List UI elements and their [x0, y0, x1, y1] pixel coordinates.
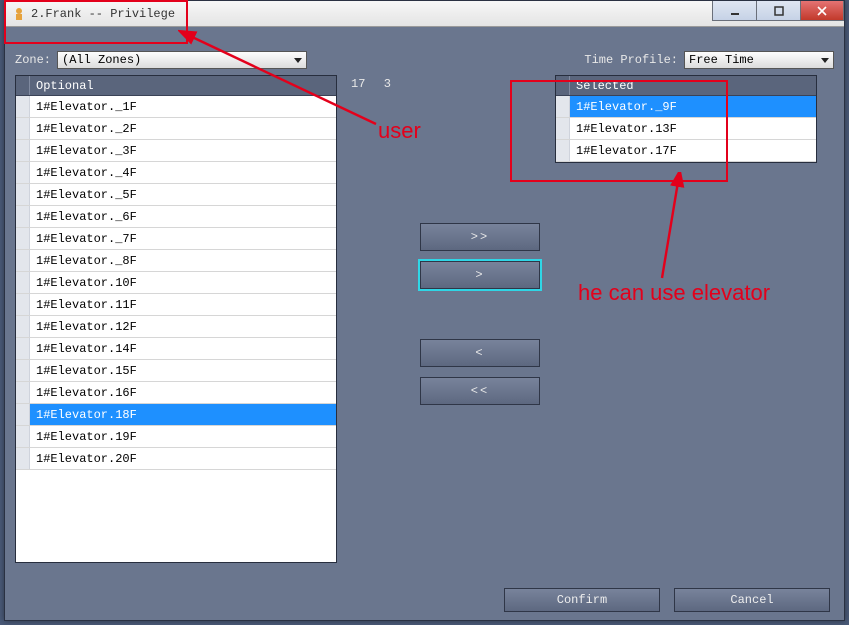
chevron-down-icon: [294, 58, 302, 63]
list-item[interactable]: 1#Elevator.11F: [16, 294, 336, 316]
list-item-label: 1#Elevator._1F: [30, 100, 137, 114]
list-item-label: 1#Elevator.15F: [30, 364, 137, 378]
zone-value: (All Zones): [62, 53, 141, 67]
list-item[interactable]: 1#Elevator.13F: [556, 118, 816, 140]
remove-one-button[interactable]: <: [420, 339, 540, 367]
list-item[interactable]: 1#Elevator._1F: [16, 96, 336, 118]
move-buttons: >> > < <<: [405, 75, 555, 563]
optional-header-label: Optional: [30, 79, 94, 93]
list-item-label: 1#Elevator._4F: [30, 166, 137, 180]
list-item[interactable]: 1#Elevator.17F: [556, 140, 816, 162]
list-item-label: 1#Elevator.18F: [30, 408, 137, 422]
zone-label: Zone:: [15, 53, 51, 67]
list-item-label: 1#Elevator.10F: [30, 276, 137, 290]
selected-header-label: Selected: [570, 79, 634, 93]
add-all-button[interactable]: >>: [420, 223, 540, 251]
item-counts: 17 3: [337, 75, 405, 563]
dialog-footer: Confirm Cancel: [504, 588, 830, 612]
list-item[interactable]: 1#Elevator._2F: [16, 118, 336, 140]
list-item[interactable]: 1#Elevator._5F: [16, 184, 336, 206]
list-item[interactable]: 1#Elevator._9F: [556, 96, 816, 118]
list-item-label: 1#Elevator.17F: [570, 144, 677, 158]
list-item[interactable]: 1#Elevator._7F: [16, 228, 336, 250]
time-profile-combobox[interactable]: Free Time: [684, 51, 834, 69]
list-item[interactable]: 1#Elevator.19F: [16, 426, 336, 448]
titlebar[interactable]: 2.Frank -- Privilege: [5, 1, 844, 27]
list-item[interactable]: 1#Elevator.18F: [16, 404, 336, 426]
optional-list[interactable]: Optional 1#Elevator._1F 1#Elevator._2F 1#E…: [15, 75, 337, 563]
list-item[interactable]: 1#Elevator._4F: [16, 162, 336, 184]
list-item[interactable]: 1#Elevator.16F: [16, 382, 336, 404]
list-item[interactable]: 1#Elevator.14F: [16, 338, 336, 360]
list-item-label: 1#Elevator.19F: [30, 430, 137, 444]
window-title: 2.Frank -- Privilege: [31, 7, 175, 21]
selected-header: Selected: [556, 76, 816, 96]
close-button[interactable]: [800, 1, 844, 21]
list-item-label: 1#Elevator.16F: [30, 386, 137, 400]
list-item-label: 1#Elevator._2F: [30, 122, 137, 136]
minimize-button[interactable]: [712, 1, 756, 21]
add-one-button[interactable]: >: [420, 261, 540, 289]
list-item[interactable]: 1#Elevator.20F: [16, 448, 336, 470]
list-item-label: 1#Elevator.20F: [30, 452, 137, 466]
dual-list-panel: Optional 1#Elevator._1F 1#Elevator._2F 1#E…: [5, 75, 844, 573]
filter-row: Zone: (All Zones) Time Profile: Free Tim…: [5, 47, 844, 75]
selected-list[interactable]: Selected 1#Elevator._9F 1#Elevator.13F 1#E…: [555, 75, 817, 163]
list-item[interactable]: 1#Elevator.12F: [16, 316, 336, 338]
toolbar-strip: [5, 27, 844, 47]
optional-header: Optional: [16, 76, 336, 96]
time-profile-value: Free Time: [689, 53, 754, 67]
list-item-label: 1#Elevator.14F: [30, 342, 137, 356]
list-item-label: 1#Elevator.11F: [30, 298, 137, 312]
selected-count: 3: [384, 77, 391, 563]
list-item[interactable]: 1#Elevator._8F: [16, 250, 336, 272]
app-icon: [11, 6, 27, 22]
optional-count: 17: [351, 77, 365, 563]
maximize-button[interactable]: [756, 1, 800, 21]
list-item[interactable]: 1#Elevator.10F: [16, 272, 336, 294]
list-item[interactable]: 1#Elevator._3F: [16, 140, 336, 162]
confirm-button[interactable]: Confirm: [504, 588, 660, 612]
time-profile-label: Time Profile:: [584, 53, 678, 67]
window-controls: [712, 1, 844, 21]
list-item-label: 1#Elevator._3F: [30, 144, 137, 158]
list-item[interactable]: 1#Elevator._6F: [16, 206, 336, 228]
zone-combobox[interactable]: (All Zones): [57, 51, 307, 69]
list-item-label: 1#Elevator._9F: [570, 100, 677, 114]
list-item-label: 1#Elevator.13F: [570, 122, 677, 136]
privilege-dialog: 2.Frank -- Privilege Zone: (All Zones) T…: [4, 0, 845, 621]
cancel-button[interactable]: Cancel: [674, 588, 830, 612]
list-item-label: 1#Elevator.12F: [30, 320, 137, 334]
list-item[interactable]: 1#Elevator.15F: [16, 360, 336, 382]
list-item-label: 1#Elevator._5F: [30, 188, 137, 202]
remove-all-button[interactable]: <<: [420, 377, 540, 405]
list-item-label: 1#Elevator._8F: [30, 254, 137, 268]
list-item-label: 1#Elevator._7F: [30, 232, 137, 246]
list-item-label: 1#Elevator._6F: [30, 210, 137, 224]
chevron-down-icon: [821, 58, 829, 63]
